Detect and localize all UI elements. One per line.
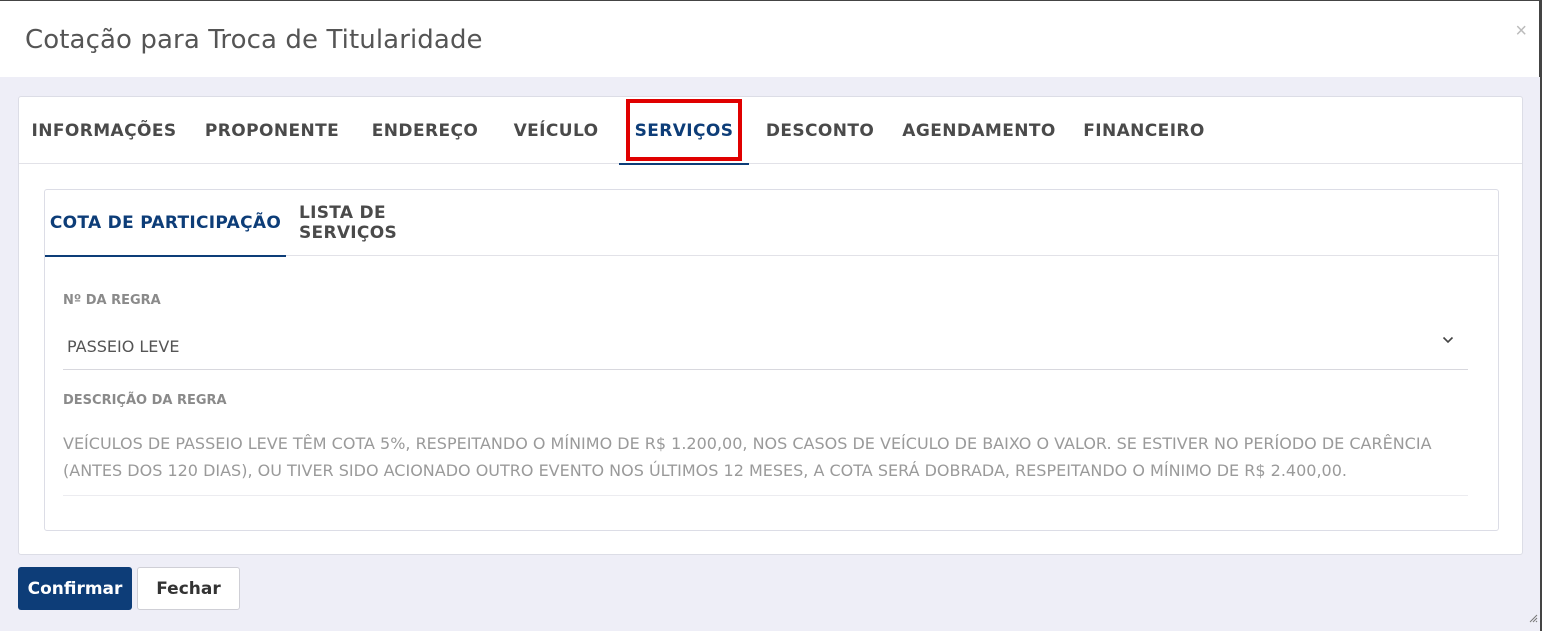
modal-header: Cotação para Troca de Titularidade × (0, 0, 1540, 77)
resize-grip-icon[interactable] (1528, 613, 1538, 623)
tab-label: INFORMAÇÕES (31, 120, 177, 141)
tab-label: FINANCEIRO (1083, 120, 1205, 141)
modal-title: Cotação para Troca de Titularidade (25, 25, 483, 55)
close-button[interactable]: Fechar (137, 567, 240, 610)
tab-financeiro[interactable]: FINANCEIRO (1083, 97, 1204, 164)
rule-select-value: PASSEIO LEVE (67, 337, 180, 356)
tabs-card: INFORMAÇÕES PROPONENTE ENDEREÇO VEÍCULO … (18, 96, 1523, 555)
tab-label: AGENDAMENTO (902, 120, 1056, 141)
sub-tab-bar: COTA DE PARTICIPAÇÃO LISTA DE SERVIÇOS (45, 190, 1498, 257)
confirm-button[interactable]: Confirmar (18, 567, 132, 610)
rule-number-label: Nº DA REGRA (63, 293, 161, 308)
tab-desconto[interactable]: DESCONTO (766, 97, 874, 164)
tab-agendamento[interactable]: AGENDAMENTO (902, 97, 1055, 164)
close-icon[interactable]: × (1515, 21, 1527, 41)
tab-veiculo[interactable]: VEÍCULO (514, 97, 598, 164)
chevron-down-icon (1442, 336, 1454, 344)
tab-label: SERVIÇOS (634, 120, 734, 141)
tab-label: DESCONTO (765, 120, 875, 141)
subtab-label: LISTA DE SERVIÇOS (299, 203, 397, 243)
inner-card: COTA DE PARTICIPAÇÃO LISTA DE SERVIÇOS N… (44, 189, 1499, 531)
subtab-cota-participacao[interactable]: COTA DE PARTICIPAÇÃO (45, 190, 286, 257)
main-tab-bar: INFORMAÇÕES PROPONENTE ENDEREÇO VEÍCULO … (19, 97, 1522, 165)
tab-label: ENDEREÇO (371, 120, 479, 141)
tab-informacoes[interactable]: INFORMAÇÕES (32, 97, 177, 164)
rule-description-text: VEÍCULOS DE PASSEIO LEVE TÊM COTA 5%, RE… (63, 430, 1468, 496)
subtab-label: COTA DE PARTICIPAÇÃO (49, 213, 282, 233)
subtab-lista-servicos[interactable]: LISTA DE SERVIÇOS (299, 190, 483, 256)
tab-proponente[interactable]: PROPONENTE (205, 97, 339, 164)
rule-select[interactable]: PASSEIO LEVE (63, 316, 1468, 370)
tab-servicos[interactable]: SERVIÇOS (619, 97, 749, 165)
tab-endereco[interactable]: ENDEREÇO (372, 97, 478, 164)
tab-label: VEÍCULO (513, 120, 599, 141)
tab-label: PROPONENTE (204, 120, 340, 141)
rule-description-label: DESCRIÇÃO DA REGRA (63, 393, 227, 408)
